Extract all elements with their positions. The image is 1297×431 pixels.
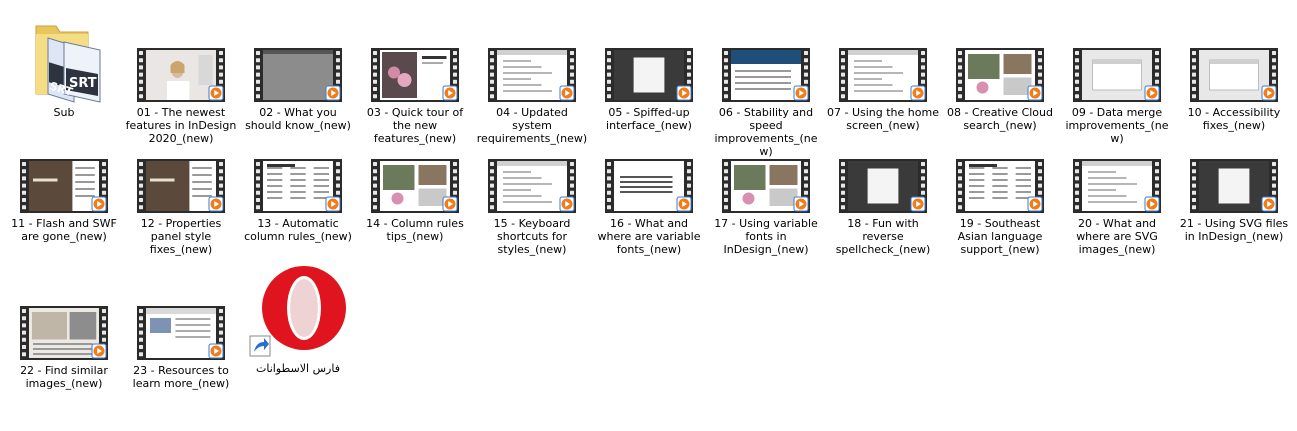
video-file-item[interactable]: 05 - Spiffed-up interface_(new) [593,6,705,132]
video-file-icon [827,157,939,215]
video-file-item[interactable]: 22 - Find similar images_(new) [8,264,120,390]
item-label: 18 - Fun with reverse spellcheck_(new) [835,217,931,256]
opera-icon [242,264,354,360]
video-file-icon [710,46,822,104]
video-file-item[interactable]: 23 - Resources to learn more_(new) [125,264,237,390]
item-label: 21 - Using SVG files in InDesign_(new) [1179,217,1289,243]
video-file-item[interactable]: 10 - Accessibility fixes_(new) [1178,6,1290,132]
video-file-icon [359,157,471,215]
item-label: 12 - Properties panel style fixes_(new) [140,217,222,256]
video-file-item[interactable]: 02 - What you should know_(new) [242,6,354,132]
video-file-icon [593,46,705,104]
video-file-icon [359,46,471,104]
video-file-icon [944,157,1056,215]
item-label: فارس الاسطوانات [256,362,340,375]
video-file-item[interactable]: 16 - What and where are variable fonts_(… [593,117,705,256]
item-label: 16 - What and where are variable fonts_(… [597,217,701,256]
video-file-icon [8,157,120,215]
video-file-icon [1061,46,1173,104]
video-file-icon [476,46,588,104]
video-file-icon [476,157,588,215]
opera-shortcut-item[interactable]: فارس الاسطوانات [242,264,354,375]
video-file-item[interactable]: 14 - Column rules tips_(new) [359,117,471,243]
video-file-icon [125,46,237,104]
video-file-item[interactable]: 07 - Using the home screen_(new) [827,6,939,132]
video-file-icon [125,157,237,215]
video-file-item[interactable]: 08 - Creative Cloud search_(new) [944,6,1056,132]
video-file-item[interactable]: 11 - Flash and SWF are gone_(new) [8,117,120,243]
folder-srt-icon: SRT SRT [8,2,120,104]
video-file-item[interactable]: 20 - What and where are SVG images_(new) [1061,117,1173,256]
video-file-icon [1178,46,1290,104]
video-file-icon [710,157,822,215]
video-file-icon [1178,157,1290,215]
video-file-icon [827,46,939,104]
item-label: 22 - Find similar images_(new) [20,364,108,390]
video-file-icon [125,304,237,362]
video-file-item[interactable]: 13 - Automatic column rules_(new) [242,117,354,243]
item-label: 23 - Resources to learn more_(new) [132,364,230,390]
video-file-icon [944,46,1056,104]
video-file-icon [1061,157,1173,215]
item-label: 14 - Column rules tips_(new) [366,217,464,243]
item-label: 15 - Keyboard shortcuts for styles_(new) [493,217,571,256]
video-file-item[interactable]: 21 - Using SVG files in InDesign_(new) [1178,117,1290,243]
video-file-item[interactable]: 15 - Keyboard shortcuts for styles_(new) [476,117,588,256]
item-label: 17 - Using variable fonts in InDesign_(n… [714,217,818,256]
shortcut-arrow-icon [249,335,271,357]
video-file-item[interactable]: 19 - Southeast Asian language support_(n… [944,117,1056,256]
item-label: 19 - Southeast Asian language support_(n… [957,217,1043,256]
item-label: 11 - Flash and SWF are gone_(new) [11,217,117,243]
video-file-icon [242,157,354,215]
video-file-item[interactable]: 17 - Using variable fonts in InDesign_(n… [710,117,822,256]
video-file-icon [8,304,120,362]
video-file-item[interactable]: 18 - Fun with reverse spellcheck_(new) [827,117,939,256]
video-file-item[interactable]: 12 - Properties panel style fixes_(new) [125,117,237,256]
video-file-icon [242,46,354,104]
item-label: 20 - What and where are SVG images_(new) [1076,217,1158,256]
folder-item[interactable]: SRT SRT Sub [8,6,120,119]
item-label: 13 - Automatic column rules_(new) [244,217,352,243]
video-file-icon [593,157,705,215]
